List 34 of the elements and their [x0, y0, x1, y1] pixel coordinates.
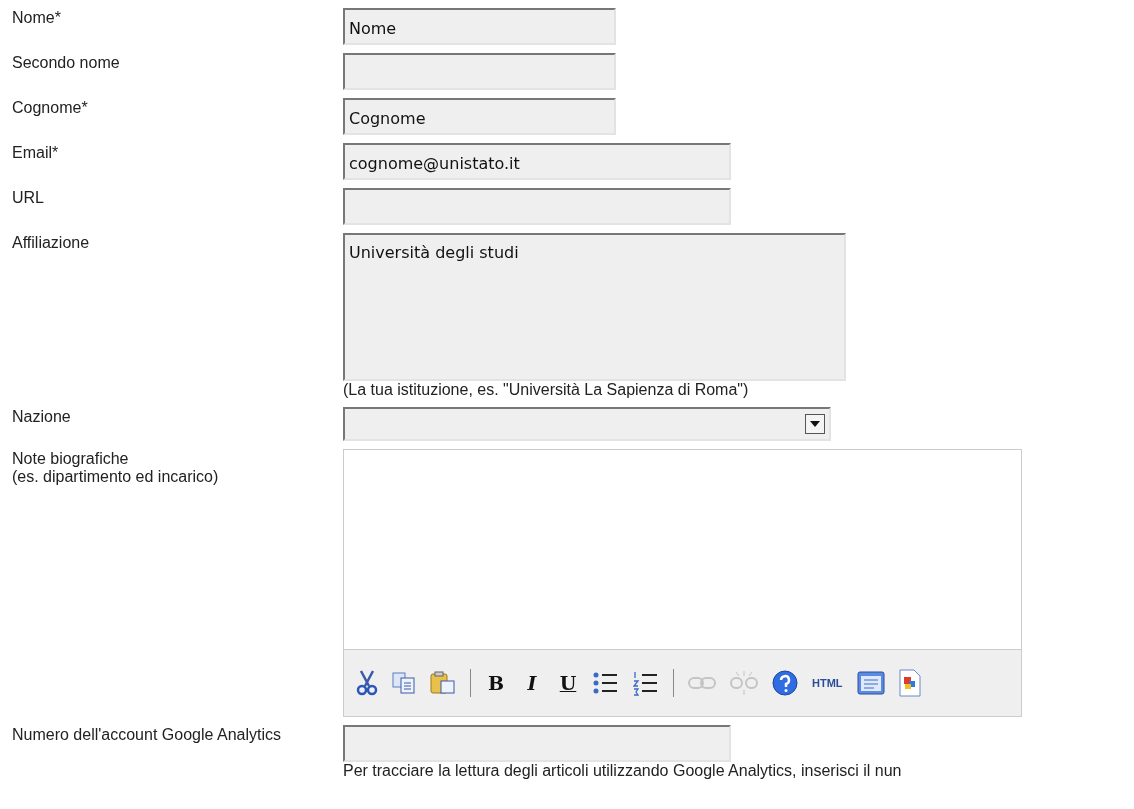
window-icon[interactable]	[856, 671, 885, 695]
clipboard-icon[interactable]	[430, 671, 456, 695]
help-text: Per tracciare la lettura degli articoli utilizzando Google Analytics, inserisci il nun	[343, 762, 902, 779]
scissors-icon[interactable]	[356, 670, 378, 696]
text-field[interactable]	[343, 725, 731, 762]
field-label: Nome*	[12, 9, 61, 26]
text-field[interactable]	[343, 188, 731, 225]
caret-icon	[810, 421, 820, 427]
field-label: Nazione	[12, 408, 71, 425]
field-label: URL	[12, 189, 44, 206]
text-field[interactable]: cognome@unistato.it	[343, 143, 731, 180]
italic-button[interactable]: I	[521, 670, 543, 696]
field-label: Numero dell'account Google Analytics	[12, 726, 281, 743]
field-label: Secondo nome	[12, 54, 120, 71]
html-button[interactable]: HTML	[812, 670, 843, 696]
dropdown-field[interactable]	[343, 407, 831, 441]
text-field[interactable]: Cognome	[343, 98, 616, 135]
text-field[interactable]: Nome	[343, 8, 616, 45]
field-label: Email*	[12, 144, 59, 161]
numbered-list-icon[interactable]	[633, 670, 659, 696]
bulleted-list-icon[interactable]	[593, 671, 619, 695]
help-text: (La tua istituzione, es. "Università La Sapienza di Roma")	[343, 381, 749, 398]
question-mark-icon[interactable]	[772, 670, 798, 696]
document-icon[interactable]	[898, 669, 921, 697]
dropdown-button[interactable]	[805, 414, 825, 434]
field-label: Note biografiche	[12, 450, 129, 467]
copy-icon[interactable]	[392, 672, 416, 694]
text-area[interactable]: Università degli studi	[343, 233, 846, 381]
field-label: Cognome*	[12, 99, 88, 116]
bold-button[interactable]: B	[485, 670, 507, 696]
field-label: Affiliazione	[12, 234, 90, 251]
field-hint: (es. dipartimento ed incarico)	[12, 468, 219, 485]
text-field[interactable]	[343, 53, 616, 90]
underline-button[interactable]: U	[557, 670, 579, 696]
